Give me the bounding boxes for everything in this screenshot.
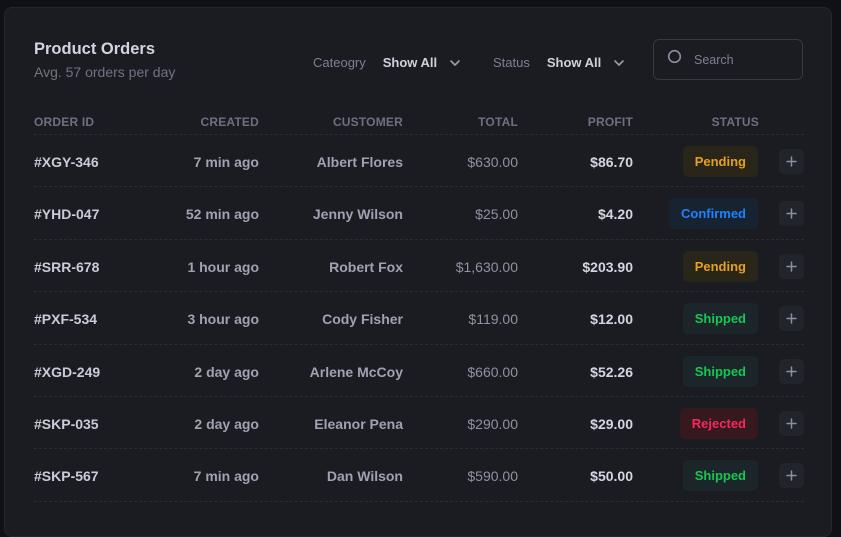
- chevron-down-icon[interactable]: [613, 56, 625, 68]
- chevron-down-icon[interactable]: [449, 56, 461, 68]
- category-filter[interactable]: Cateogry Show All: [313, 52, 461, 72]
- order-customer: Eleanor Pena: [314, 415, 403, 432]
- card-subtitle: Avg. 57 orders per day: [34, 64, 176, 80]
- plus-icon: [786, 418, 797, 429]
- status-filter-label: Status: [493, 54, 530, 70]
- column-header-customer[interactable]: CUSTOMER: [333, 115, 403, 129]
- expand-row-button[interactable]: [779, 253, 804, 279]
- order-profit: $4.20: [597, 206, 633, 223]
- order-id: #SRR-678: [34, 258, 100, 275]
- plus-icon: [786, 365, 797, 377]
- order-created: 52 min ago: [185, 206, 259, 223]
- column-header-created[interactable]: CREATED: [200, 115, 259, 129]
- status-badge: Shipped: [682, 303, 758, 335]
- order-id: #XGY-346: [34, 154, 99, 170]
- status-badge: Confirmed: [669, 198, 758, 230]
- table-header: ORDER ID CREATED CUSTOMER TOTAL PROFIT S…: [34, 105, 804, 135]
- order-total: $119.00: [468, 311, 518, 328]
- column-header-status[interactable]: STATUS: [712, 115, 759, 129]
- plus-icon: [786, 261, 797, 272]
- column-header-order-id[interactable]: ORDER ID: [34, 115, 94, 129]
- table-row: #XGY-346 7 min ago Albert Flores $630.00…: [34, 135, 804, 188]
- status-badge: Pending: [682, 250, 758, 282]
- order-customer: Dan Wilson: [326, 468, 403, 485]
- order-id: #YHD-047: [34, 206, 100, 223]
- order-created: 2 day ago: [194, 415, 259, 432]
- table-row: #SKP-035 2 day ago Eleanor Pena $290.00 …: [34, 397, 804, 450]
- order-total: $1,630.00: [455, 258, 518, 275]
- category-filter-value[interactable]: Show All: [383, 55, 437, 70]
- table-row: #SKP-567 7 min ago Dan Wilson $590.00 $5…: [34, 449, 804, 502]
- table-row: #PXF-534 3 hour ago Cody Fisher $119.00 …: [34, 292, 804, 345]
- expand-row-button[interactable]: [779, 358, 804, 384]
- order-customer: Robert Fox: [329, 258, 403, 275]
- order-profit: $12.00: [590, 311, 633, 328]
- order-profit: $86.70: [590, 154, 633, 170]
- status-badge: Shipped: [682, 355, 758, 387]
- order-id: #XGD-249: [34, 363, 101, 380]
- table-row: #YHD-047 52 min ago Jenny Wilson $25.00 …: [34, 187, 804, 240]
- plus-icon: [786, 156, 797, 167]
- status-badge: Shipped: [682, 460, 758, 492]
- plus-icon: [786, 470, 797, 482]
- column-header-total[interactable]: TOTAL: [478, 115, 518, 129]
- status-filter-value[interactable]: Show All: [547, 55, 601, 70]
- order-customer: Albert Flores: [316, 154, 403, 170]
- column-header-profit[interactable]: PROFIT: [588, 115, 633, 129]
- order-created: 7 min ago: [193, 468, 259, 485]
- orders-table-body: #XGY-346 7 min ago Albert Flores $630.00…: [34, 135, 804, 502]
- expand-row-button[interactable]: [779, 463, 804, 489]
- order-customer: Cody Fisher: [322, 311, 403, 328]
- order-created: 7 min ago: [193, 154, 259, 170]
- search-icon: [667, 49, 683, 70]
- order-profit: $203.90: [582, 258, 633, 275]
- order-total: $630.00: [467, 154, 518, 170]
- expand-row-button[interactable]: [779, 306, 804, 332]
- table-row: #XGD-249 2 day ago Arlene McCoy $660.00 …: [34, 345, 804, 397]
- order-customer: Arlene McCoy: [309, 363, 403, 380]
- expand-row-button[interactable]: [779, 410, 804, 436]
- order-created: 2 day ago: [194, 363, 259, 380]
- order-total: $590.00: [467, 468, 518, 485]
- card-title: Product Orders: [34, 40, 156, 58]
- expand-row-button[interactable]: [779, 201, 804, 227]
- order-total: $290.00: [467, 415, 518, 432]
- search-box[interactable]: [653, 39, 803, 80]
- status-filter[interactable]: Status Show All: [493, 52, 625, 72]
- plus-icon: [786, 208, 797, 220]
- order-id: #SKP-035: [34, 415, 99, 432]
- category-filter-label: Cateogry: [313, 54, 366, 70]
- order-created: 1 hour ago: [187, 258, 259, 275]
- order-created: 3 hour ago: [187, 311, 259, 328]
- search-input[interactable]: [694, 52, 794, 67]
- order-profit: $50.00: [590, 468, 633, 485]
- order-total: $660.00: [467, 363, 518, 380]
- status-badge: Pending: [682, 146, 758, 177]
- order-profit: $29.00: [590, 415, 633, 432]
- expand-row-button[interactable]: [779, 149, 804, 174]
- plus-icon: [786, 313, 797, 324]
- table-row: #SRR-678 1 hour ago Robert Fox $1,630.00…: [34, 240, 804, 293]
- order-id: #PXF-534: [34, 311, 98, 328]
- order-profit: $52.26: [590, 363, 633, 380]
- product-orders-card: Product Orders Avg. 57 orders per day Ca…: [4, 7, 832, 537]
- order-total: $25.00: [475, 206, 518, 223]
- status-badge: Rejected: [679, 407, 758, 439]
- order-id: #SKP-567: [34, 468, 99, 485]
- order-customer: Jenny Wilson: [312, 206, 403, 223]
